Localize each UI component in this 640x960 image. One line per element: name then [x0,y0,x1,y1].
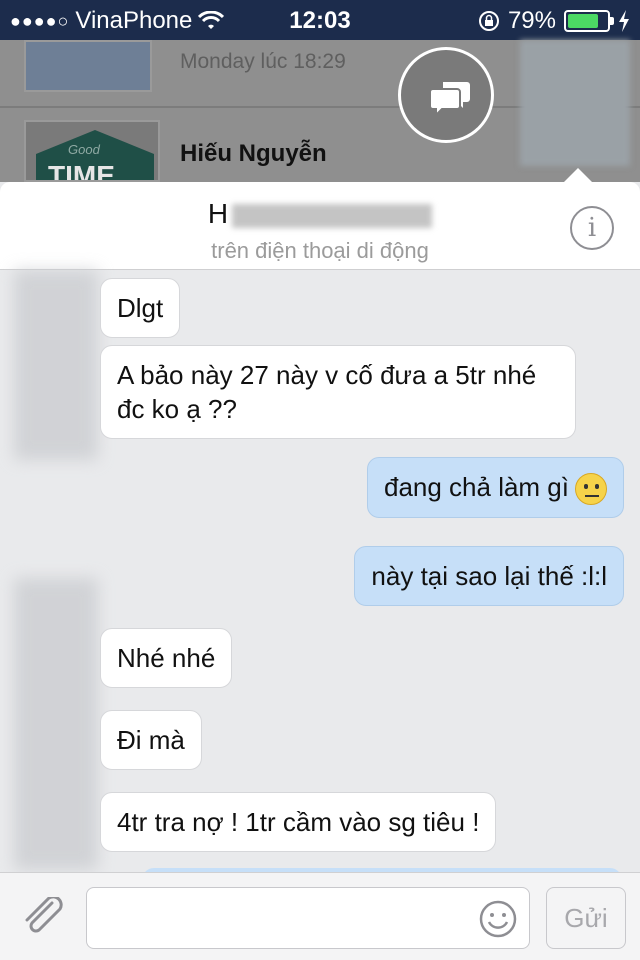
conversation-thumbnail [24,40,152,92]
sender-avatar [14,270,98,460]
send-button[interactable]: Gửi [546,887,626,949]
contact-status: trên điện thoại di động [211,238,429,263]
message-text: Nhé nhé [117,643,216,673]
battery-percent: 79% [507,7,556,34]
message-text: A bảo này 27 này v cố đưa a 5tr nhé đc k… [117,360,537,424]
chat-bubbles-icon [429,82,470,116]
message-text: 4tr tra nợ ! 1tr cầm vào sg tiêu ! [117,807,480,837]
message-input[interactable] [86,887,530,949]
sender-avatar [14,578,98,870]
conversation-time: Monday lúc 18:29 [180,50,346,73]
message-text: Đi mà [117,725,185,755]
message-bubble-incoming[interactable]: 4tr tra nợ ! 1tr cầm vào sg tiêu ! [100,792,497,852]
battery-icon [564,10,614,32]
chat-head-avatar[interactable] [520,40,630,166]
message-bubble-outgoing[interactable]: đang chả làm gì [366,457,624,519]
info-button[interactable]: i [570,206,614,250]
charging-icon [619,10,629,32]
chat-header: H trên điện thoại di động [0,168,640,270]
message-bubble-incoming[interactable]: Đi mà [100,710,202,770]
message-text: này tại sao lại thế :l:l [371,561,607,591]
redacted-name [232,203,433,228]
chat-heads-button[interactable] [398,47,494,143]
message-composer: Gửi [0,872,640,960]
rotation-lock-icon [478,11,499,31]
status-bar: ●●●●○ VinaPhone 12:03 79% [0,0,640,40]
message-bubble-incoming[interactable]: Nhé nhé [100,628,233,688]
paperclip-icon[interactable] [22,897,68,937]
neutral-face-emoji-icon [575,473,607,506]
message-text: Dlgt [117,293,164,323]
message-bubble-outgoing[interactable]: này tại sao lại thế :l:l [354,546,624,606]
conversation-thumbnail: Good TIME [24,120,160,182]
conversation-name: Hiếu Nguyễn [180,140,327,167]
smiley-icon[interactable] [478,899,518,939]
contact-name: H [0,198,640,230]
message-bubble-incoming[interactable]: A bảo này 27 này v cố đưa a 5tr nhé đc k… [100,345,576,439]
message-text: đang chả làm gì [383,472,569,502]
message-bubble-incoming[interactable]: Dlgt [100,278,181,338]
